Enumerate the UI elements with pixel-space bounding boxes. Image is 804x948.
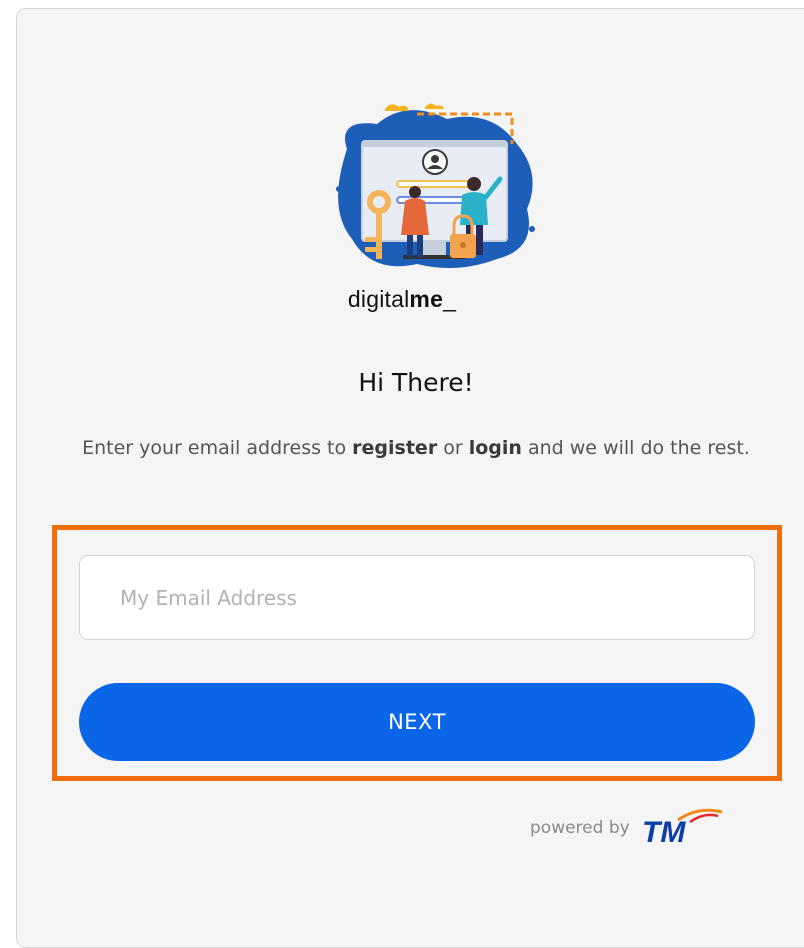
powered-by: powered by TM xyxy=(530,808,730,848)
subtitle: Enter your email address to register or … xyxy=(80,430,752,466)
subtitle-text-2: or xyxy=(437,437,469,459)
brand-underscore: _ xyxy=(443,286,457,312)
next-button[interactable]: NEXT xyxy=(79,683,755,761)
brand-suffix: me xyxy=(409,286,444,312)
subtitle-text-1: Enter your email address to xyxy=(82,437,353,459)
brand-prefix: digital xyxy=(347,286,410,312)
subtitle-login: login xyxy=(468,437,522,459)
subtitle-text-3: and we will do the rest. xyxy=(521,437,750,459)
login-illustration xyxy=(336,103,535,268)
page-title: Hi There! xyxy=(358,368,474,397)
login-card xyxy=(16,8,804,948)
svg-text:TM: TM xyxy=(642,816,686,848)
subtitle-register: register xyxy=(352,437,438,459)
powered-by-text: powered by xyxy=(530,818,630,838)
email-field[interactable] xyxy=(79,555,755,640)
tm-logo: TM xyxy=(642,808,723,848)
brand-wordmark: digitalme_ xyxy=(0,286,804,313)
